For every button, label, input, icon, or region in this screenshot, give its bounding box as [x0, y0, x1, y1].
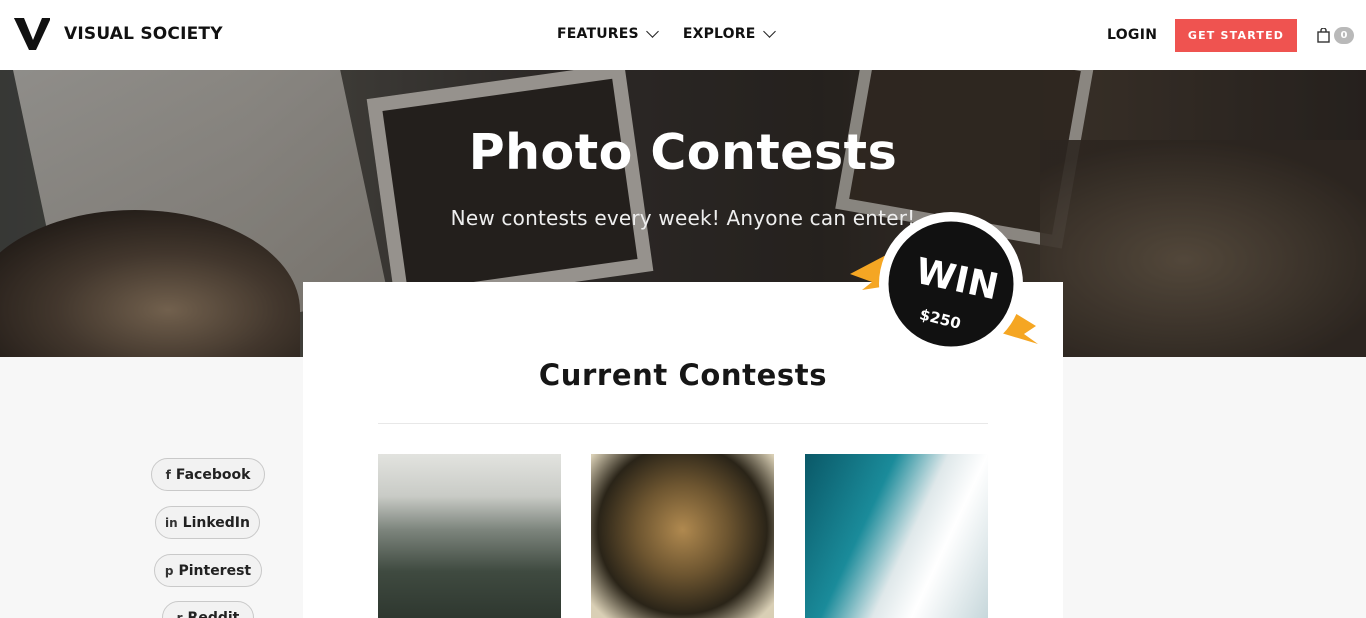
- share-facebook-button[interactable]: f Facebook: [151, 458, 265, 491]
- cart-count-badge: 0: [1334, 27, 1354, 44]
- logo-v-icon: [14, 18, 50, 50]
- share-linkedin-button[interactable]: in LinkedIn: [155, 506, 260, 539]
- share-label: Reddit: [187, 609, 240, 618]
- share-reddit-button[interactable]: r Reddit: [162, 601, 254, 618]
- main-nav: FEATURES EXPLORE: [557, 24, 776, 42]
- shopping-bag-icon: [1317, 28, 1330, 43]
- win-prize-badge: WIN $250: [850, 212, 1038, 356]
- chevron-down-icon: [762, 24, 776, 38]
- share-label: Pinterest: [178, 562, 252, 579]
- nav-features-label: FEATURES: [557, 26, 639, 42]
- reddit-icon: r: [176, 610, 183, 618]
- facebook-icon: f: [165, 467, 171, 482]
- contest-thumbnail[interactable]: [805, 454, 988, 618]
- pinterest-icon: p: [164, 563, 174, 578]
- page-subtitle: New contests every week! Anyone can ente…: [450, 206, 916, 230]
- brand-name[interactable]: VISUAL SOCIETY: [64, 24, 223, 44]
- get-started-button[interactable]: GET STARTED: [1175, 19, 1297, 52]
- section-title: Current Contests: [538, 358, 828, 392]
- contest-thumbnail[interactable]: [378, 454, 561, 618]
- share-label: Facebook: [175, 466, 251, 483]
- nav-explore[interactable]: EXPLORE: [682, 24, 776, 42]
- chevron-down-icon: [645, 24, 659, 38]
- contest-thumbnail[interactable]: [591, 454, 774, 618]
- linkedin-icon: in: [165, 515, 178, 530]
- cart-button[interactable]: 0: [1317, 27, 1354, 44]
- nav-explore-label: EXPLORE: [682, 26, 756, 42]
- nav-features[interactable]: FEATURES: [557, 24, 659, 42]
- share-label: LinkedIn: [182, 514, 250, 531]
- visual-society-logo[interactable]: [14, 18, 50, 50]
- top-header: VISUAL SOCIETY FEATURES EXPLORE LOGIN GE…: [0, 0, 1366, 70]
- share-pinterest-button[interactable]: p Pinterest: [154, 554, 262, 587]
- login-link[interactable]: LOGIN: [1107, 27, 1157, 43]
- section-divider: [378, 423, 988, 424]
- page-title: Photo Contests: [468, 124, 898, 181]
